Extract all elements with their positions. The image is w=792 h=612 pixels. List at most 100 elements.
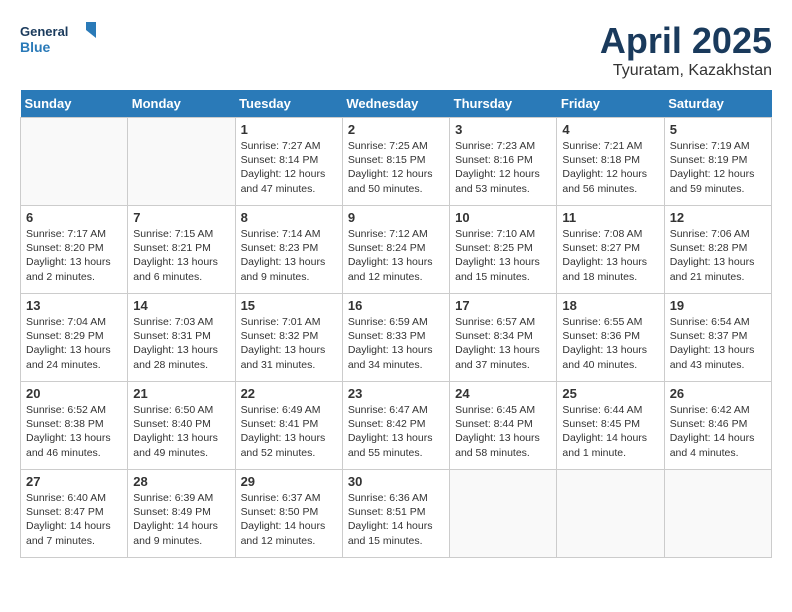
weekday-header: Friday [557,90,664,118]
calendar-cell [557,470,664,558]
day-info: Sunrise: 6:54 AM Sunset: 8:37 PM Dayligh… [670,315,766,372]
calendar-cell: 7Sunrise: 7:15 AM Sunset: 8:21 PM Daylig… [128,206,235,294]
calendar-cell: 26 Sunrise: 6:42 AM Sunset: 8:46 PM Dayli… [664,382,771,470]
svg-text:General: General [20,24,68,39]
calendar-cell: 17 Sunrise: 6:57 AM Sunset: 8:34 PM Dayli… [450,294,557,382]
calendar-cell: 1Sunrise: 7:27 AM Sunset: 8:14 PM Daylig… [235,118,342,206]
day-info: Sunrise: 6:42 AM Sunset: 8:46 PM Dayligh… [670,403,766,460]
day-info: Sunrise: 6:49 AM Sunset: 8:41 PM Dayligh… [241,403,337,460]
day-info: Sunrise: 6:47 AM Sunset: 8:42 PM Dayligh… [348,403,444,460]
day-info: Sunrise: 6:59 AM Sunset: 8:33 PM Dayligh… [348,315,444,372]
day-number: 5 [670,122,766,137]
calendar-cell: 3 Sunrise: 7:23 AM Sunset: 8:16 PM Daylig… [450,118,557,206]
weekday-header: Tuesday [235,90,342,118]
calendar-week-row: 13 Sunrise: 7:04 AM Sunset: 8:29 PM Dayli… [21,294,772,382]
calendar-cell: 21 Sunrise: 6:50 AM Sunset: 8:40 PM Dayli… [128,382,235,470]
calendar-week-row: 27Sunrise: 6:40 AM Sunset: 8:47 PM Dayli… [21,470,772,558]
day-number: 18 [562,298,658,313]
day-number: 23 [348,386,444,401]
calendar-cell: 24 Sunrise: 6:45 AM Sunset: 8:44 PM Dayli… [450,382,557,470]
calendar-cell: 15 Sunrise: 7:01 AM Sunset: 8:32 PM Dayli… [235,294,342,382]
day-number: 6 [26,210,122,225]
calendar-cell: 28 Sunrise: 6:39 AM Sunset: 8:49 PM Dayli… [128,470,235,558]
day-info: Sunrise: 7:27 AM Sunset: 8:14 PM Dayligh… [241,139,337,196]
day-number: 20 [26,386,122,401]
calendar-cell: 30 Sunrise: 6:36 AM Sunset: 8:51 PM Dayli… [342,470,449,558]
day-number: 15 [241,298,337,313]
weekday-header: Saturday [664,90,771,118]
day-number: 4 [562,122,658,137]
logo-svg: General Blue [20,20,100,60]
calendar-cell: 9 Sunrise: 7:12 AM Sunset: 8:24 PM Daylig… [342,206,449,294]
day-info: Sunrise: 6:39 AM Sunset: 8:49 PM Dayligh… [133,491,229,548]
calendar-cell: 25 Sunrise: 6:44 AM Sunset: 8:45 PM Dayli… [557,382,664,470]
day-info: Sunrise: 7:01 AM Sunset: 8:32 PM Dayligh… [241,315,337,372]
day-info: Sunrise: 6:44 AM Sunset: 8:45 PM Dayligh… [562,403,658,460]
day-info: Sunrise: 6:50 AM Sunset: 8:40 PM Dayligh… [133,403,229,460]
day-number: 10 [455,210,551,225]
calendar-cell: 18Sunrise: 6:55 AM Sunset: 8:36 PM Dayli… [557,294,664,382]
day-number: 17 [455,298,551,313]
calendar-cell: 20 Sunrise: 6:52 AM Sunset: 8:38 PM Dayli… [21,382,128,470]
calendar-table: SundayMondayTuesdayWednesdayThursdayFrid… [20,90,772,558]
day-number: 22 [241,386,337,401]
calendar-cell: 8 Sunrise: 7:14 AM Sunset: 8:23 PM Daylig… [235,206,342,294]
calendar-cell: 13 Sunrise: 7:04 AM Sunset: 8:29 PM Dayli… [21,294,128,382]
weekday-header: Thursday [450,90,557,118]
day-number: 9 [348,210,444,225]
calendar-cell: 19Sunrise: 6:54 AM Sunset: 8:37 PM Dayli… [664,294,771,382]
calendar-cell: 2Sunrise: 7:25 AM Sunset: 8:15 PM Daylig… [342,118,449,206]
day-number: 12 [670,210,766,225]
page-header: General Blue April 2025 Tyuratam, Kazakh… [20,20,772,80]
day-number: 25 [562,386,658,401]
day-info: Sunrise: 7:08 AM Sunset: 8:27 PM Dayligh… [562,227,658,284]
day-info: Sunrise: 7:25 AM Sunset: 8:15 PM Dayligh… [348,139,444,196]
calendar-cell [21,118,128,206]
day-info: Sunrise: 7:12 AM Sunset: 8:24 PM Dayligh… [348,227,444,284]
day-info: Sunrise: 6:45 AM Sunset: 8:44 PM Dayligh… [455,403,551,460]
weekday-header: Wednesday [342,90,449,118]
calendar-week-row: 1Sunrise: 7:27 AM Sunset: 8:14 PM Daylig… [21,118,772,206]
calendar-cell: 6 Sunrise: 7:17 AM Sunset: 8:20 PM Daylig… [21,206,128,294]
day-info: Sunrise: 6:52 AM Sunset: 8:38 PM Dayligh… [26,403,122,460]
day-number: 28 [133,474,229,489]
calendar-cell: 12 Sunrise: 7:06 AM Sunset: 8:28 PM Dayli… [664,206,771,294]
svg-text:Blue: Blue [20,39,51,55]
day-info: Sunrise: 7:17 AM Sunset: 8:20 PM Dayligh… [26,227,122,284]
calendar-cell: 29Sunrise: 6:37 AM Sunset: 8:50 PM Dayli… [235,470,342,558]
logo: General Blue [20,20,100,60]
day-info: Sunrise: 7:06 AM Sunset: 8:28 PM Dayligh… [670,227,766,284]
day-number: 29 [241,474,337,489]
day-info: Sunrise: 6:36 AM Sunset: 8:51 PM Dayligh… [348,491,444,548]
calendar-cell [128,118,235,206]
day-number: 16 [348,298,444,313]
calendar-cell: 4Sunrise: 7:21 AM Sunset: 8:18 PM Daylig… [557,118,664,206]
day-number: 24 [455,386,551,401]
day-info: Sunrise: 7:04 AM Sunset: 8:29 PM Dayligh… [26,315,122,372]
day-info: Sunrise: 7:23 AM Sunset: 8:16 PM Dayligh… [455,139,551,196]
weekday-header: Monday [128,90,235,118]
day-info: Sunrise: 7:03 AM Sunset: 8:31 PM Dayligh… [133,315,229,372]
day-number: 21 [133,386,229,401]
day-info: Sunrise: 6:57 AM Sunset: 8:34 PM Dayligh… [455,315,551,372]
calendar-cell: 11 Sunrise: 7:08 AM Sunset: 8:27 PM Dayli… [557,206,664,294]
day-number: 30 [348,474,444,489]
calendar-cell [450,470,557,558]
day-info: Sunrise: 7:14 AM Sunset: 8:23 PM Dayligh… [241,227,337,284]
title-block: April 2025 Tyuratam, Kazakhstan [600,20,772,80]
month-title: April 2025 [600,20,772,62]
day-number: 13 [26,298,122,313]
calendar-week-row: 6 Sunrise: 7:17 AM Sunset: 8:20 PM Daylig… [21,206,772,294]
calendar-cell [664,470,771,558]
location: Tyuratam, Kazakhstan [600,62,772,80]
calendar-cell: 22 Sunrise: 6:49 AM Sunset: 8:41 PM Dayli… [235,382,342,470]
weekday-header: Sunday [21,90,128,118]
calendar-cell: 5Sunrise: 7:19 AM Sunset: 8:19 PM Daylig… [664,118,771,206]
day-info: Sunrise: 7:10 AM Sunset: 8:25 PM Dayligh… [455,227,551,284]
day-number: 3 [455,122,551,137]
day-number: 8 [241,210,337,225]
day-number: 26 [670,386,766,401]
calendar-cell: 16 Sunrise: 6:59 AM Sunset: 8:33 PM Dayli… [342,294,449,382]
day-info: Sunrise: 7:15 AM Sunset: 8:21 PM Dayligh… [133,227,229,284]
day-number: 11 [562,210,658,225]
